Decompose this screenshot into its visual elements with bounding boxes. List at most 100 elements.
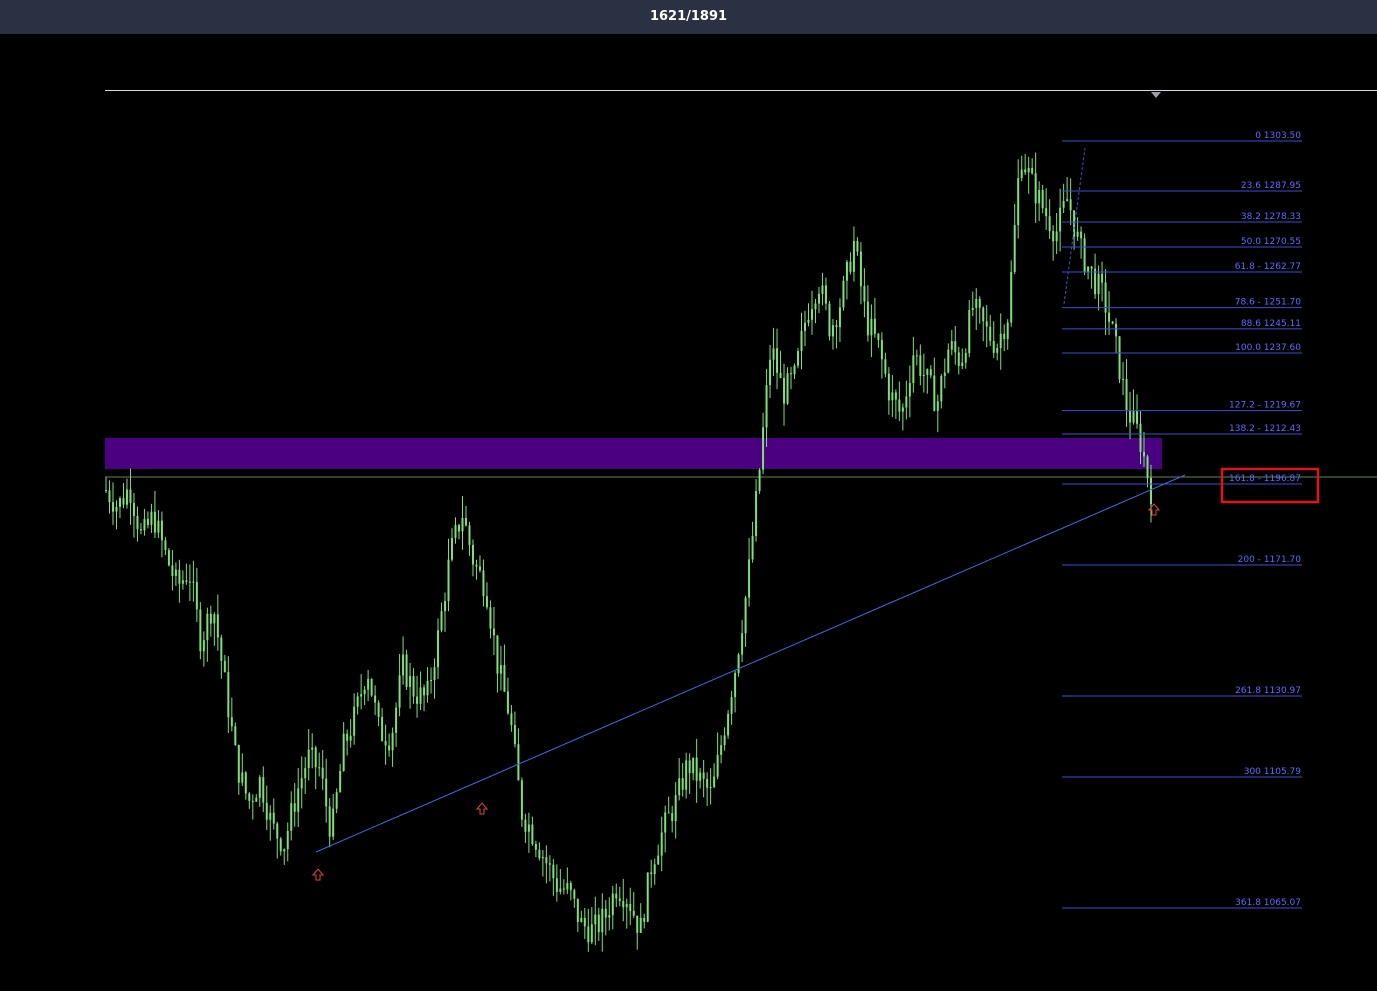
candle-body [779, 372, 782, 379]
candle-body [174, 569, 177, 576]
fib-level-label: 38.2 1278.33 [1241, 212, 1301, 222]
candle-body [503, 665, 506, 692]
candle-body [541, 857, 544, 859]
candle-body [706, 778, 709, 788]
candle-body [671, 813, 674, 822]
candle-body [118, 498, 121, 507]
record-counter: 1621/1891 [649, 9, 728, 24]
candle-body [1034, 173, 1037, 204]
candle-body [1024, 169, 1027, 173]
candle-body [552, 864, 555, 879]
candle-body [915, 355, 918, 357]
candle-body [349, 735, 352, 741]
candle-body [772, 348, 775, 360]
candle-body [720, 745, 723, 755]
candle-body [402, 654, 405, 676]
candle-body [1090, 266, 1093, 269]
candle-body [314, 747, 317, 768]
candle-body [524, 819, 527, 832]
candle-body [713, 776, 716, 788]
candle-body [748, 559, 751, 598]
candle-body [891, 392, 894, 401]
candle-body [1059, 207, 1062, 232]
candle-body [695, 757, 698, 781]
candle-body [258, 777, 261, 798]
candle-body [632, 910, 635, 916]
candle-body [583, 917, 586, 927]
candle-body [216, 614, 219, 638]
candle-body [926, 369, 929, 375]
candle-body [569, 883, 572, 891]
price-chart[interactable]: 0 1303.50 23.6 1287.95 38.2 1278.33 50.0 12… [0, 34, 1377, 991]
candle-body [884, 359, 887, 374]
candle-body [912, 355, 915, 384]
support-zone [105, 438, 1162, 469]
fibonacci-levels[interactable]: 0 1303.50 23.6 1287.95 38.2 1278.33 50.0 12… [1062, 131, 1302, 909]
candle-body [587, 926, 590, 943]
candle-body [660, 832, 663, 856]
candle-body [1080, 231, 1083, 239]
candle-body [381, 716, 384, 741]
candle-body [426, 680, 429, 696]
candle-body [803, 322, 806, 331]
candle-body [304, 768, 307, 779]
candle-body [1020, 169, 1023, 179]
candle-body [496, 635, 499, 674]
candle-body [940, 376, 943, 402]
candle-body [1087, 266, 1090, 272]
candle-body [111, 502, 114, 512]
candle-body [286, 830, 289, 850]
candle-body [681, 778, 684, 790]
candle-body [615, 893, 618, 899]
candle-body [129, 489, 132, 503]
trendline[interactable] [315, 474, 1186, 853]
candle-body [146, 518, 149, 525]
candle-body [548, 863, 551, 865]
candle-body [195, 582, 198, 610]
candle-body [1066, 199, 1069, 202]
candle-body [674, 795, 677, 822]
candle-body [185, 580, 188, 582]
candle-body [1132, 411, 1135, 423]
candle-body [985, 321, 988, 327]
candle-body [751, 536, 754, 560]
candle-body [227, 672, 230, 718]
candle-body [901, 407, 904, 412]
candle-body [783, 378, 786, 404]
candle-body [265, 802, 268, 820]
candle-body [311, 747, 314, 750]
candle-body [157, 520, 160, 533]
candle-body [957, 352, 960, 367]
candle-body [1139, 423, 1142, 452]
up-arrow-icon [311, 868, 325, 881]
candle-body [377, 702, 380, 717]
candle-body [139, 529, 142, 531]
candle-body [251, 800, 254, 802]
candle-body [821, 285, 824, 294]
candle-body [978, 298, 981, 308]
candle-body [475, 564, 478, 567]
candle-body [451, 538, 454, 560]
candle-body [220, 637, 223, 661]
candle-body [838, 307, 841, 328]
candle-body [143, 518, 146, 531]
candle-body [1041, 190, 1044, 209]
chart-shift-marker-icon[interactable] [1151, 92, 1161, 98]
fib-level-label: 361.8 1065.07 [1235, 898, 1301, 908]
candle-body [776, 348, 779, 373]
candle-body [678, 778, 681, 796]
candle-body [873, 318, 876, 334]
candle-body [797, 351, 800, 366]
candle-body [643, 917, 646, 922]
candle-body [160, 520, 163, 541]
candle-body [856, 240, 859, 252]
candle-body [765, 385, 768, 428]
candle-body [342, 733, 345, 771]
candle-body [723, 735, 726, 746]
candle-body [894, 392, 897, 400]
candle-body [262, 777, 265, 803]
candle-body [545, 857, 548, 864]
candle-body [961, 362, 964, 367]
up-arrow-icon [475, 802, 489, 815]
candle-body [1097, 273, 1100, 295]
